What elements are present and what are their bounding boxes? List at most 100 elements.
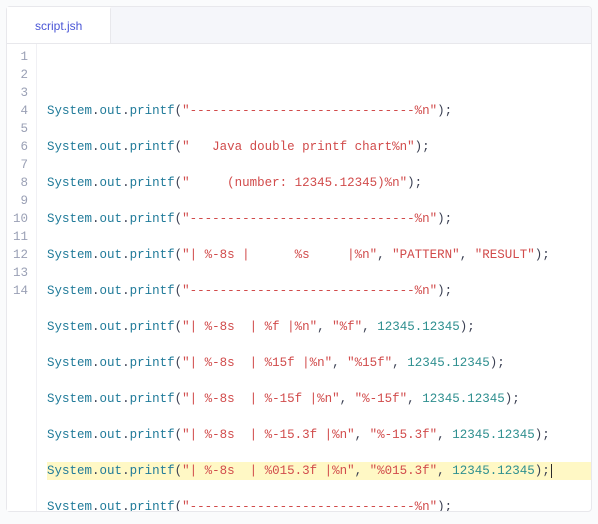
- code-line[interactable]: System.out.printf("| %-8s | %-15.3f |%n"…: [47, 426, 591, 444]
- token-method: printf: [130, 464, 175, 478]
- code-content[interactable]: System.out.printf("---------------------…: [37, 44, 591, 511]
- token-close: );: [437, 212, 452, 226]
- code-line[interactable]: System.out.printf("| %-8s | %s |%n", "PA…: [47, 246, 591, 264]
- token-dot: .: [92, 320, 100, 334]
- token-class: System: [47, 140, 92, 154]
- token-field: out: [100, 392, 123, 406]
- token-dot: .: [92, 140, 100, 154]
- token-string: "------------------------------%n": [182, 212, 437, 226]
- token-dot: .: [92, 248, 100, 262]
- line-number: 6: [13, 138, 28, 156]
- token-comma: ,: [362, 320, 377, 334]
- token-dot: .: [92, 428, 100, 442]
- token-dot: .: [92, 392, 100, 406]
- token-number: 12345.12345: [407, 356, 490, 370]
- tab-bar: script.jsh: [7, 7, 591, 44]
- token-paren: (: [175, 284, 183, 298]
- token-string: "%f": [332, 320, 362, 334]
- token-close: );: [505, 392, 520, 406]
- token-dot: .: [122, 284, 130, 298]
- token-paren: (: [175, 176, 183, 190]
- token-field: out: [100, 248, 123, 262]
- token-field: out: [100, 464, 123, 478]
- code-line[interactable]: System.out.printf("| %-8s | %f |%n", "%f…: [47, 318, 591, 336]
- token-close: );: [437, 284, 452, 298]
- line-number: 8: [13, 174, 28, 192]
- token-string: "------------------------------%n": [182, 284, 437, 298]
- token-method: printf: [130, 212, 175, 226]
- token-close: );: [460, 320, 475, 334]
- token-comma: ,: [317, 320, 332, 334]
- line-number: 11: [13, 228, 28, 246]
- token-string: "------------------------------%n": [182, 500, 437, 511]
- code-area[interactable]: 1 2 3 4 5 6 7 8 9 10 11 12 13 14 System.…: [7, 44, 591, 511]
- token-paren: (: [175, 248, 183, 262]
- token-method: printf: [130, 428, 175, 442]
- text-caret: [551, 464, 552, 478]
- token-field: out: [100, 500, 123, 511]
- token-close: );: [437, 500, 452, 511]
- code-line[interactable]: System.out.printf(" (number: 12345.12345…: [47, 174, 591, 192]
- token-method: printf: [130, 104, 175, 118]
- token-string: "| %-8s | %015.3f |%n": [182, 464, 355, 478]
- code-line[interactable]: System.out.printf("---------------------…: [47, 102, 591, 120]
- token-method: printf: [130, 392, 175, 406]
- code-line[interactable]: System.out.printf("| %-8s | %-15f |%n", …: [47, 390, 591, 408]
- line-number: 12: [13, 246, 28, 264]
- token-dot: .: [122, 356, 130, 370]
- token-dot: .: [92, 176, 100, 190]
- token-method: printf: [130, 176, 175, 190]
- line-gutter: 1 2 3 4 5 6 7 8 9 10 11 12 13 14: [7, 44, 37, 511]
- code-line[interactable]: System.out.printf("---------------------…: [47, 210, 591, 228]
- code-line[interactable]: System.out.printf(" Java double printf c…: [47, 138, 591, 156]
- token-comma: ,: [407, 392, 422, 406]
- token-dot: .: [122, 428, 130, 442]
- tab-script[interactable]: script.jsh: [7, 7, 111, 43]
- token-method: printf: [130, 320, 175, 334]
- token-paren: (: [175, 140, 183, 154]
- token-string: "%15f": [347, 356, 392, 370]
- code-line[interactable]: System.out.printf("---------------------…: [47, 282, 591, 300]
- token-dot: .: [122, 104, 130, 118]
- token-close: );: [490, 356, 505, 370]
- token-number: 12345.12345: [452, 464, 535, 478]
- token-string: "%-15.3f": [370, 428, 438, 442]
- code-line-highlighted[interactable]: System.out.printf("| %-8s | %015.3f |%n"…: [47, 462, 591, 480]
- token-paren: (: [175, 104, 183, 118]
- code-line[interactable]: System.out.printf("| %-8s | %15f |%n", "…: [47, 354, 591, 372]
- token-field: out: [100, 212, 123, 226]
- token-method: printf: [130, 248, 175, 262]
- token-string: "------------------------------%n": [182, 104, 437, 118]
- line-number: 10: [13, 210, 28, 228]
- token-comma: ,: [437, 464, 452, 478]
- token-dot: .: [122, 464, 130, 478]
- token-dot: .: [122, 320, 130, 334]
- token-string: " Java double printf chart%n": [182, 140, 415, 154]
- token-dot: .: [122, 176, 130, 190]
- token-dot: .: [92, 356, 100, 370]
- line-number: 2: [13, 66, 28, 84]
- token-string: "| %-8s | %f |%n": [182, 320, 317, 334]
- line-number: 3: [13, 84, 28, 102]
- token-close: );: [415, 140, 430, 154]
- token-class: System: [47, 212, 92, 226]
- token-class: System: [47, 104, 92, 118]
- token-string: "| %-8s | %s |%n": [182, 248, 377, 262]
- token-close: );: [407, 176, 422, 190]
- line-number: 4: [13, 102, 28, 120]
- code-editor: script.jsh 1 2 3 4 5 6 7 8 9 10 11 12 13…: [6, 6, 592, 512]
- code-line[interactable]: [47, 66, 591, 84]
- token-paren: (: [175, 356, 183, 370]
- token-string: "| %-8s | %15f |%n": [182, 356, 332, 370]
- token-class: System: [47, 356, 92, 370]
- token-string: "RESULT": [475, 248, 535, 262]
- token-class: System: [47, 248, 92, 262]
- token-string: "| %-8s | %-15f |%n": [182, 392, 340, 406]
- token-dot: .: [92, 500, 100, 511]
- token-comma: ,: [460, 248, 475, 262]
- code-line[interactable]: Svstem.out.printf("---------------------…: [47, 498, 591, 511]
- token-method: printf: [130, 140, 175, 154]
- line-number: 7: [13, 156, 28, 174]
- token-comma: ,: [437, 428, 452, 442]
- token-close: );: [437, 104, 452, 118]
